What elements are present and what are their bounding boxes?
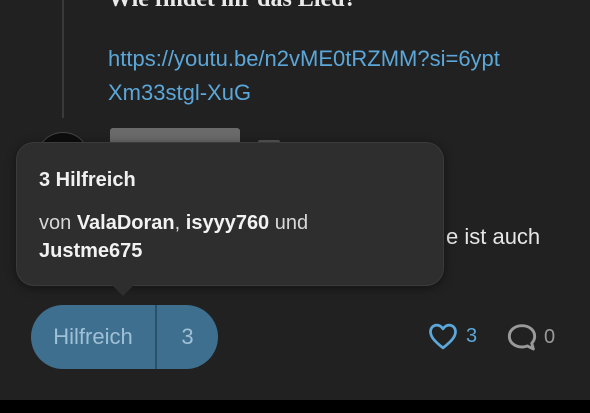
user-link[interactable]: ValaDoran [77, 212, 175, 234]
comment-count: 0 [544, 325, 556, 348]
user-link[interactable]: Justme675 [39, 240, 142, 262]
quoted-question: Wie findet ihr das Lied? [108, 0, 356, 13]
like-button[interactable]: 3 [428, 322, 477, 350]
helpful-tooltip: 3 Hilfreich von ValaDoran, isyyy760 und J… [16, 142, 444, 286]
user-link[interactable]: isyyy760 [186, 212, 269, 234]
thread-line [62, 0, 64, 118]
tooltip-title: 3 Hilfreich [39, 169, 136, 191]
tooltip-prefix: von [39, 212, 77, 234]
tooltip-arrow [112, 285, 134, 296]
comment-icon [507, 324, 537, 351]
heart-icon [429, 323, 457, 350]
youtube-link[interactable]: https://youtu.be/n2vME0tRZMM?si=6yptXm33… [108, 42, 508, 110]
answer-text: e ist auch [446, 224, 541, 249]
tooltip-and: und [269, 212, 309, 234]
helpful-label[interactable]: Hilfreich [31, 305, 155, 369]
bottom-edge [0, 400, 590, 413]
tooltip-users: von ValaDoran, isyyy760 und Justme675 [39, 209, 419, 265]
helpful-button[interactable]: Hilfreich 3 [31, 305, 218, 369]
helpful-count[interactable]: 3 [157, 305, 218, 369]
tooltip-separator: , [174, 212, 186, 234]
like-count: 3 [466, 324, 478, 347]
comment-button[interactable]: 0 [506, 322, 555, 352]
